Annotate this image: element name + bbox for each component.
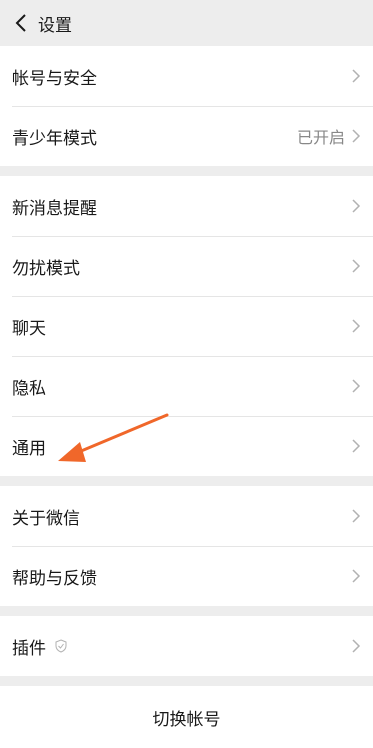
row-plugins[interactable]: 插件 bbox=[0, 616, 373, 676]
chevron-right-icon bbox=[352, 639, 361, 653]
row-about-wechat[interactable]: 关于微信 bbox=[0, 486, 373, 546]
row-general[interactable]: 通用 bbox=[0, 416, 373, 476]
chevron-right-icon bbox=[352, 509, 361, 523]
chevron-right-icon bbox=[352, 199, 361, 213]
row-label: 插件 bbox=[12, 638, 46, 659]
row-label: 关于微信 bbox=[12, 508, 80, 529]
teen-mode-status: 已开启 bbox=[296, 128, 345, 147]
group-about: 关于微信 帮助与反馈 bbox=[0, 486, 373, 606]
row-label: 帮助与反馈 bbox=[12, 568, 97, 589]
plugin-shield-icon bbox=[55, 639, 67, 653]
divider bbox=[0, 606, 373, 616]
chevron-right-icon bbox=[352, 319, 361, 333]
divider bbox=[0, 676, 373, 686]
switch-account-button[interactable]: 切换帐号 bbox=[0, 686, 373, 748]
row-new-message-notification[interactable]: 新消息提醒 bbox=[0, 176, 373, 236]
chevron-right-icon bbox=[352, 439, 361, 453]
row-label: 勿扰模式 bbox=[12, 258, 80, 279]
divider bbox=[0, 476, 373, 486]
top-bar: 设置 bbox=[0, 0, 373, 46]
row-help-feedback[interactable]: 帮助与反馈 bbox=[0, 546, 373, 606]
chevron-right-icon bbox=[352, 569, 361, 583]
back-icon[interactable] bbox=[10, 12, 32, 34]
row-privacy[interactable]: 隐私 bbox=[0, 356, 373, 416]
row-account-security[interactable]: 帐号与安全 bbox=[0, 46, 373, 106]
row-teen-mode[interactable]: 青少年模式 已开启 bbox=[0, 106, 373, 166]
row-label: 新消息提醒 bbox=[12, 198, 97, 219]
row-label: 通用 bbox=[12, 438, 46, 459]
page-title: 设置 bbox=[38, 15, 72, 36]
chevron-right-icon bbox=[352, 69, 361, 83]
row-label: 聊天 bbox=[12, 318, 46, 339]
group-plugins: 插件 bbox=[0, 616, 373, 676]
chevron-right-icon bbox=[352, 259, 361, 273]
chevron-right-icon bbox=[352, 129, 361, 143]
row-label: 青少年模式 bbox=[12, 128, 97, 149]
row-label: 帐号与安全 bbox=[12, 68, 97, 89]
chevron-right-icon bbox=[352, 379, 361, 393]
row-chat[interactable]: 聊天 bbox=[0, 296, 373, 356]
group-account: 帐号与安全 青少年模式 已开启 bbox=[0, 46, 373, 166]
divider bbox=[0, 166, 373, 176]
row-do-not-disturb[interactable]: 勿扰模式 bbox=[0, 236, 373, 296]
row-label-wrap: 插件 bbox=[12, 634, 351, 659]
group-messages: 新消息提醒 勿扰模式 聊天 隐私 通用 bbox=[0, 176, 373, 476]
row-label: 隐私 bbox=[12, 378, 46, 399]
